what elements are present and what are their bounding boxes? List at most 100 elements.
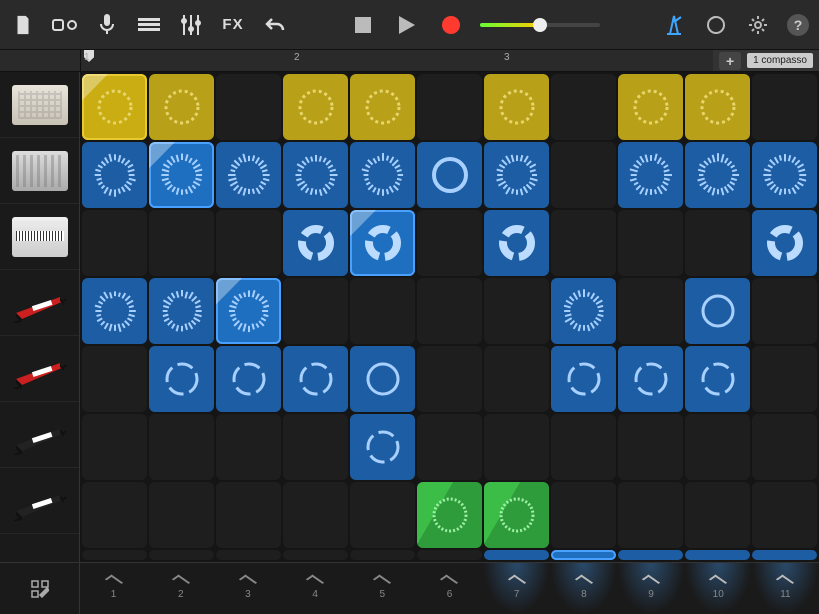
column-trigger[interactable]: 7	[483, 563, 550, 614]
grid-edit-icon[interactable]	[27, 576, 53, 602]
loop-cell-empty[interactable]	[283, 278, 348, 344]
loop-cell-empty[interactable]	[752, 482, 817, 548]
loop-cell[interactable]	[283, 210, 348, 276]
fx-button[interactable]: FX	[220, 12, 246, 38]
loop-cell-empty[interactable]	[618, 278, 683, 344]
loop-cell[interactable]	[350, 346, 415, 412]
loop-cell[interactable]	[417, 142, 482, 208]
loop-cell[interactable]	[484, 74, 549, 140]
loop-cell-empty[interactable]	[216, 482, 281, 548]
loop-cell-empty[interactable]	[417, 414, 482, 480]
loop-cell-empty[interactable]	[618, 414, 683, 480]
loop-cell-empty[interactable]	[551, 74, 616, 140]
loop-cell[interactable]	[149, 346, 214, 412]
loop-cell-empty[interactable]	[350, 482, 415, 548]
settings-icon[interactable]	[745, 12, 771, 38]
loop-cell-empty[interactable]	[551, 414, 616, 480]
column-trigger[interactable]: 3	[214, 563, 281, 614]
column-trigger[interactable]: 10	[685, 563, 752, 614]
loop-cell[interactable]	[216, 278, 281, 344]
loop-cell[interactable]	[82, 74, 147, 140]
metronome-icon[interactable]	[661, 12, 687, 38]
loop-cell-empty[interactable]	[484, 414, 549, 480]
loop-cell[interactable]	[417, 482, 482, 548]
loop-cell-empty[interactable]	[417, 550, 482, 560]
loop-cell-empty[interactable]	[685, 482, 750, 548]
loop-cell-empty[interactable]	[149, 482, 214, 548]
column-trigger[interactable]: 1	[80, 563, 147, 614]
loop-cell-empty[interactable]	[752, 414, 817, 480]
loop-cell[interactable]	[551, 278, 616, 344]
mixer-icon[interactable]	[178, 12, 204, 38]
loop-cell[interactable]	[685, 346, 750, 412]
loop-cell[interactable]	[752, 142, 817, 208]
loop-cell-empty[interactable]	[283, 482, 348, 548]
loop-cell-empty[interactable]	[82, 550, 147, 560]
loop-cell[interactable]	[685, 550, 750, 560]
loop-cell-empty[interactable]	[484, 278, 549, 344]
track-header-drum2[interactable]	[0, 138, 79, 204]
track-header-keys3[interactable]	[0, 402, 79, 468]
loop-cell-empty[interactable]	[417, 346, 482, 412]
loop-cell-empty[interactable]	[417, 210, 482, 276]
track-header-keys4[interactable]	[0, 468, 79, 534]
loop-cell[interactable]	[149, 278, 214, 344]
column-trigger[interactable]: 4	[282, 563, 349, 614]
loop-cell-empty[interactable]	[685, 414, 750, 480]
loop-cell-empty[interactable]	[216, 210, 281, 276]
loop-cell[interactable]	[618, 142, 683, 208]
loop-cell-empty[interactable]	[350, 278, 415, 344]
help-icon[interactable]: ?	[787, 14, 809, 36]
record-button[interactable]	[438, 12, 464, 38]
loop-cell[interactable]	[618, 346, 683, 412]
projects-icon[interactable]	[10, 12, 36, 38]
track-header-synth[interactable]	[0, 204, 79, 270]
loop-cell-empty[interactable]	[350, 550, 415, 560]
loop-cell-empty[interactable]	[551, 482, 616, 548]
loop-cell[interactable]	[551, 346, 616, 412]
loop-cell-empty[interactable]	[149, 414, 214, 480]
loop-cell[interactable]	[283, 346, 348, 412]
loop-cell-empty[interactable]	[216, 550, 281, 560]
loop-cell-empty[interactable]	[417, 278, 482, 344]
loop-cell-empty[interactable]	[283, 550, 348, 560]
loop-cell[interactable]	[685, 278, 750, 344]
play-button[interactable]	[394, 12, 420, 38]
loop-cell[interactable]	[752, 550, 817, 560]
section-length-label[interactable]: 1 compasso	[747, 53, 813, 68]
loop-cell-empty[interactable]	[752, 74, 817, 140]
loop-cell-empty[interactable]	[149, 210, 214, 276]
loop-cell-empty[interactable]	[551, 142, 616, 208]
column-trigger[interactable]: 9	[617, 563, 684, 614]
loop-cell-empty[interactable]	[216, 74, 281, 140]
loop-cell-empty[interactable]	[82, 482, 147, 548]
loop-cell-empty[interactable]	[618, 210, 683, 276]
loop-cell-empty[interactable]	[82, 414, 147, 480]
loop-cell[interactable]	[618, 74, 683, 140]
loop-cell-empty[interactable]	[618, 482, 683, 548]
loop-cell[interactable]	[149, 74, 214, 140]
column-trigger[interactable]: 8	[550, 563, 617, 614]
loop-cell-empty[interactable]	[752, 346, 817, 412]
ruler-track[interactable]: 1 2 3	[80, 50, 713, 71]
column-trigger[interactable]: 6	[416, 563, 483, 614]
loop-cell[interactable]	[551, 550, 616, 560]
loop-cell-empty[interactable]	[551, 210, 616, 276]
loop-cell[interactable]	[484, 210, 549, 276]
loop-cell[interactable]	[350, 414, 415, 480]
loop-cell[interactable]	[484, 482, 549, 548]
loop-cell[interactable]	[283, 74, 348, 140]
loop-cell[interactable]	[618, 550, 683, 560]
loop-cell[interactable]	[216, 142, 281, 208]
undo-icon[interactable]	[262, 12, 288, 38]
loop-cell-empty[interactable]	[82, 210, 147, 276]
loop-cell[interactable]	[149, 142, 214, 208]
volume-slider[interactable]	[480, 23, 600, 27]
loop-cell[interactable]	[82, 142, 147, 208]
loop-cell-empty[interactable]	[484, 346, 549, 412]
tracks-icon[interactable]	[136, 12, 162, 38]
loop-cell[interactable]	[685, 74, 750, 140]
loop-cell[interactable]	[484, 142, 549, 208]
loop-cell[interactable]	[350, 210, 415, 276]
loop-cell-empty[interactable]	[82, 346, 147, 412]
